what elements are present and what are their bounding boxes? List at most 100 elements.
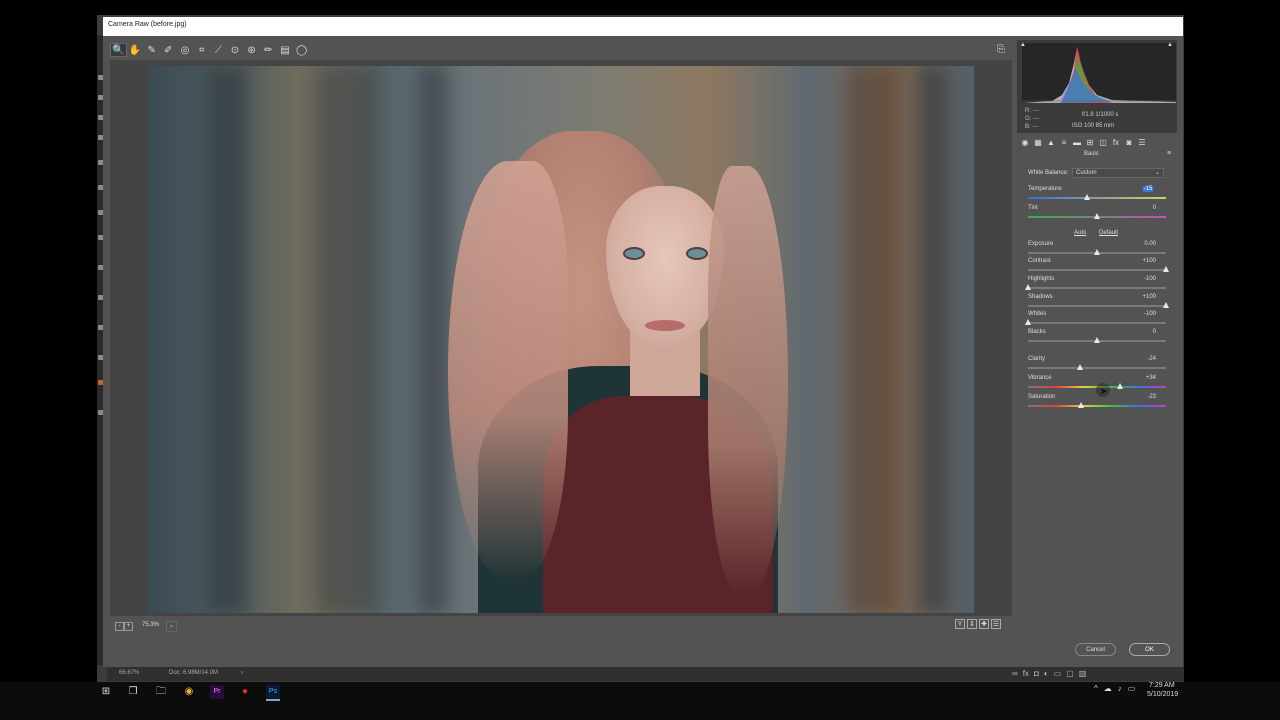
straighten-tool-icon[interactable]: ⟋ (210, 43, 227, 57)
temperature-slider-track[interactable] (1028, 197, 1166, 199)
photoshop-icon[interactable]: Ps (266, 685, 280, 701)
white-balance-tool-icon[interactable]: ✎ (143, 43, 160, 57)
shadow-clipping-warning-icon[interactable]: ▲ (1020, 42, 1026, 48)
clarity-slider-track[interactable] (1028, 367, 1166, 369)
shadows-slider-track[interactable] (1028, 305, 1166, 307)
histogram-graph (1022, 43, 1176, 103)
chevron-down-icon: ⌄ (1154, 170, 1160, 176)
histogram-chart (1022, 46, 1176, 103)
default-link[interactable]: Default (1099, 230, 1118, 236)
zoom-dropdown-button[interactable]: ⌄ (166, 621, 177, 632)
network-icon[interactable]: ☁ (1104, 684, 1112, 693)
whites-slider-thumb[interactable] (1025, 319, 1031, 325)
shadows-slider-thumb[interactable] (1163, 302, 1169, 308)
folder-icon[interactable]: ▭ (1054, 669, 1062, 678)
detail-tab-icon[interactable]: ▲ (1045, 138, 1057, 147)
clarity-slider-thumb[interactable] (1077, 364, 1084, 370)
volume-icon[interactable]: ♪ (1118, 684, 1122, 693)
file-explorer-icon[interactable]: 🗀 (154, 685, 168, 699)
mask-icon[interactable]: ◘ (1034, 669, 1039, 678)
cancel-button[interactable]: Cancel (1075, 643, 1116, 656)
white-balance-select[interactable]: Custom ⌄ (1072, 168, 1164, 178)
whites-value-field[interactable]: -100 (1132, 311, 1156, 317)
basic-tab-icon[interactable]: ◉ (1019, 138, 1031, 147)
camera-calibration-tab-icon[interactable]: ◙ (1123, 138, 1135, 147)
shadows-value-field[interactable]: +100 (1132, 294, 1156, 300)
zoom-in-button[interactable]: + (124, 622, 133, 631)
tint-slider-thumb[interactable] (1094, 213, 1100, 219)
vibrance-slider-thumb[interactable] (1117, 383, 1124, 389)
tint-value-field[interactable]: 0 (1132, 205, 1156, 211)
lens-corrections-tab-icon[interactable]: ⊞ (1084, 138, 1096, 147)
red-eye-tool-icon[interactable]: ⊛ (243, 43, 260, 57)
clock-date[interactable]: 5/10/2019 (1147, 691, 1178, 698)
split-toning-tab-icon[interactable]: ▬ (1071, 138, 1083, 147)
chrome-icon[interactable]: ◉ (182, 685, 196, 699)
color-sampler-tool-icon[interactable]: ✐ (160, 43, 177, 57)
adjustment-brush-tool-icon[interactable]: ✏ (260, 43, 277, 57)
temperature-slider-thumb[interactable] (1084, 194, 1091, 200)
zoom-out-button[interactable]: - (115, 622, 124, 631)
zoom-level-value: 75.3% (142, 622, 160, 628)
link-icon[interactable]: ∞ (1012, 669, 1018, 678)
whites-slider-track[interactable] (1028, 322, 1166, 324)
copy-settings-button[interactable]: ✚ (979, 619, 989, 629)
highlights-slider-track[interactable] (1028, 287, 1166, 289)
crop-tool-icon[interactable]: ⌗ (193, 43, 210, 57)
blacks-value-field[interactable]: 0 (1132, 329, 1156, 335)
contrast-value-field[interactable]: +100 (1132, 258, 1156, 264)
exposure-slider-thumb[interactable] (1094, 249, 1100, 255)
record-icon[interactable]: ● (238, 685, 252, 699)
saturation-slider-thumb[interactable] (1078, 402, 1085, 408)
highlight-clipping-warning-icon[interactable]: ▲ (1167, 42, 1173, 48)
layers-panel-icons: ∞ fx ◘ ◐ ▭ ▢ ▥ (1012, 666, 1130, 680)
fx-tab-icon[interactable]: fx (1110, 138, 1122, 147)
fx-icon[interactable]: fx (1023, 669, 1029, 678)
graduated-filter-tool-icon[interactable]: ▤ (277, 43, 294, 57)
vibrance-value-field[interactable]: +34 (1132, 375, 1156, 381)
panel-menu-icon[interactable]: ≡ (1167, 150, 1171, 157)
contrast-slider-thumb[interactable] (1163, 266, 1169, 272)
hand-tool-icon[interactable]: ✋ (127, 43, 144, 57)
toggle-settings-button[interactable]: ☰ (991, 619, 1001, 629)
highlights-slider-thumb[interactable] (1025, 284, 1031, 290)
zoom-tool-icon[interactable]: 🔍 (110, 43, 127, 57)
contrast-label: Contrast (1028, 258, 1051, 264)
auto-link[interactable]: Auto (1074, 230, 1086, 236)
swap-settings-button[interactable]: ⇕ (967, 619, 977, 629)
adjustment-icon[interactable]: ◐ (1044, 669, 1049, 678)
dialog-title: Camera Raw (before.jpg) (108, 21, 187, 28)
panel-title: Basic (1084, 151, 1099, 157)
temperature-value-field[interactable]: -15 (1143, 186, 1153, 192)
tone-curve-tab-icon[interactable]: ▦ (1032, 138, 1044, 147)
ps-status-arrow[interactable]: › (241, 670, 243, 676)
new-layer-icon[interactable]: ▢ (1066, 669, 1074, 678)
presets-tab-icon[interactable]: ☰ (1136, 138, 1148, 147)
clock-time[interactable]: 7:29 AM (1149, 682, 1175, 689)
radial-filter-tool-icon[interactable]: ◯ (293, 43, 310, 57)
saturation-slider-track[interactable] (1028, 405, 1166, 407)
photo-preview[interactable] (148, 66, 974, 613)
before-after-toggle[interactable]: Y (955, 619, 965, 629)
tray-expand-icon[interactable]: ^ (1094, 684, 1098, 693)
contrast-slider-track[interactable] (1028, 269, 1166, 271)
spot-removal-tool-icon[interactable]: ⊙ (227, 43, 244, 57)
trash-icon[interactable]: ▥ (1079, 669, 1087, 678)
saturation-value-field[interactable]: -23 (1132, 394, 1156, 400)
exposure-value-field[interactable]: 0.00 (1132, 241, 1156, 247)
blacks-slider-thumb[interactable] (1094, 337, 1100, 343)
clarity-value-field[interactable]: -24 (1132, 356, 1156, 362)
open-preferences-icon[interactable]: ⎘ (997, 44, 1005, 55)
notification-icon[interactable]: ▭ (1128, 684, 1136, 693)
start-icon[interactable]: ⊞ (99, 685, 113, 699)
readout-g: G: --- (1025, 116, 1039, 122)
dialog-titlebar: Camera Raw (before.jpg) (103, 17, 1183, 36)
hsl-tab-icon[interactable]: ≡ (1058, 138, 1070, 147)
premiere-icon[interactable]: Pr (210, 685, 224, 699)
targeted-adjustment-tool-icon[interactable]: ◎ (177, 43, 194, 57)
ok-button[interactable]: OK (1129, 643, 1170, 656)
view-mode-buttons: Y ⇕ ✚ ☰ (955, 619, 1001, 629)
task-view-icon[interactable]: ❐ (126, 685, 140, 699)
highlights-value-field[interactable]: -100 (1132, 276, 1156, 282)
effects-tab-icon[interactable]: ◫ (1097, 138, 1109, 147)
